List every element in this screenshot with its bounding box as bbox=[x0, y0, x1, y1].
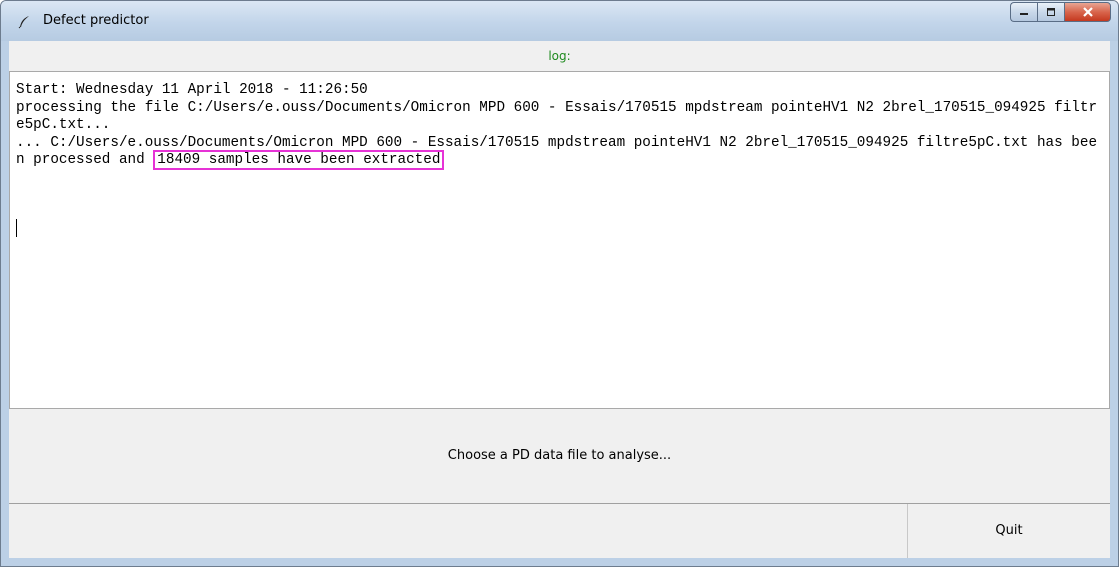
minimize-icon[interactable] bbox=[1010, 2, 1037, 22]
choose-file-button[interactable]: Choose a PD data file to analyse... bbox=[9, 409, 1110, 504]
bottom-row: Quit bbox=[9, 504, 1110, 558]
log-line-processing: processing the file C:/Users/e.ouss/Docu… bbox=[16, 99, 1098, 134]
log-line-start: Start: Wednesday 11 April 2018 - 11:26:5… bbox=[16, 82, 368, 98]
text-caret bbox=[16, 219, 17, 237]
feather-icon bbox=[17, 14, 31, 29]
title-bar[interactable]: Defect predictor bbox=[1, 1, 1118, 41]
log-textbox[interactable]: Start: Wednesday 11 April 2018 - 11:26:5… bbox=[9, 71, 1110, 409]
log-label: log: bbox=[9, 41, 1110, 71]
app-window: Defect predictor log: Start: Wednesday 1… bbox=[0, 0, 1119, 567]
close-icon[interactable] bbox=[1064, 2, 1111, 22]
log-text: Start: Wednesday 11 April 2018 - 11:26:5… bbox=[16, 82, 1104, 170]
quit-button[interactable]: Quit bbox=[908, 504, 1110, 558]
caption-buttons bbox=[1010, 2, 1111, 22]
maximize-icon[interactable] bbox=[1037, 2, 1064, 22]
window-title: Defect predictor bbox=[43, 13, 149, 28]
highlighted-result: 18409 samples have been extracted bbox=[153, 150, 445, 170]
bottom-spacer bbox=[9, 504, 908, 558]
client-area: log: Start: Wednesday 11 April 2018 - 11… bbox=[9, 41, 1110, 558]
